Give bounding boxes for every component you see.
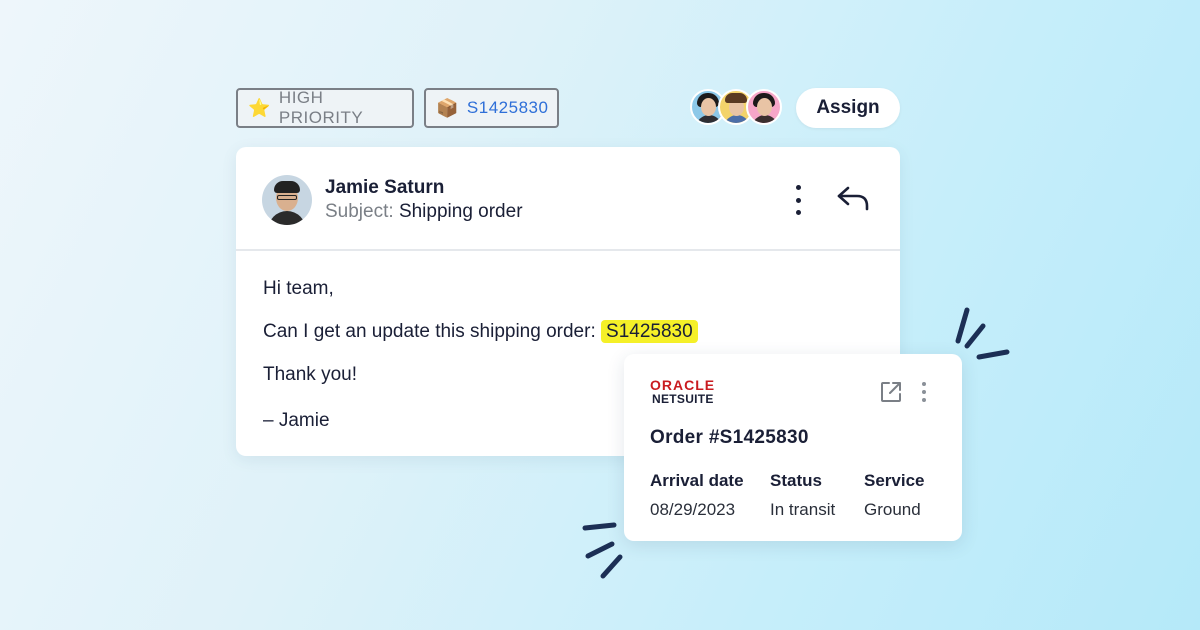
email-header: Jamie Saturn Subject: Shipping order [236, 147, 900, 251]
sender-name: Jamie Saturn [325, 177, 445, 198]
status-column: Status In transit [770, 471, 835, 520]
netsuite-order-card: ORACLE NETSUITE Order #S1425830 Arrival … [624, 354, 962, 541]
column-value: In transit [770, 500, 836, 519]
oracle-netsuite-logo: ORACLE NETSUITE [650, 378, 715, 406]
service-column: Service Ground [864, 471, 925, 520]
sender-avatar [262, 175, 312, 225]
column-value: Ground [864, 500, 921, 519]
assignee-avatars[interactable] [690, 89, 782, 125]
subject-line: Subject: Shipping order [325, 201, 523, 223]
more-options-icon[interactable] [920, 382, 928, 402]
subject-value: Shipping order [398, 201, 523, 222]
logo-oracle-text: ORACLE [650, 377, 716, 393]
burst-strokes-top-right [955, 307, 1010, 360]
highlighted-order-number[interactable]: S1425830 [601, 320, 698, 343]
star-icon: ⭐ [248, 98, 271, 118]
column-header: Status [770, 471, 822, 490]
order-tag[interactable]: 📦 S1425830 [424, 88, 559, 128]
reply-icon[interactable] [836, 183, 870, 213]
more-options-icon[interactable] [790, 183, 806, 217]
column-value: 08/29/2023 [650, 500, 736, 519]
email-request-text: Can I get an update this shipping order: [263, 321, 596, 342]
package-icon: 📦 [436, 98, 459, 118]
burst-strokes-bottom-left [582, 522, 623, 579]
high-priority-tag[interactable]: ⭐ HIGH PRIORITY [236, 88, 414, 128]
logo-netsuite-text: NETSUITE [652, 392, 714, 406]
high-priority-label: HIGH PRIORITY [278, 88, 364, 127]
external-link-icon[interactable] [879, 380, 903, 404]
order-title: Order #S1425830 [650, 427, 809, 448]
column-header: Service [864, 471, 925, 490]
subject-label: Subject: [325, 201, 394, 222]
email-greeting: Hi team, [263, 278, 334, 299]
arrival-date-column: Arrival date 08/29/2023 [650, 471, 744, 520]
assign-button[interactable]: Assign [796, 88, 900, 128]
order-tag-label: S1425830 [466, 98, 549, 117]
avatar [746, 89, 782, 125]
column-header: Arrival date [650, 471, 744, 490]
